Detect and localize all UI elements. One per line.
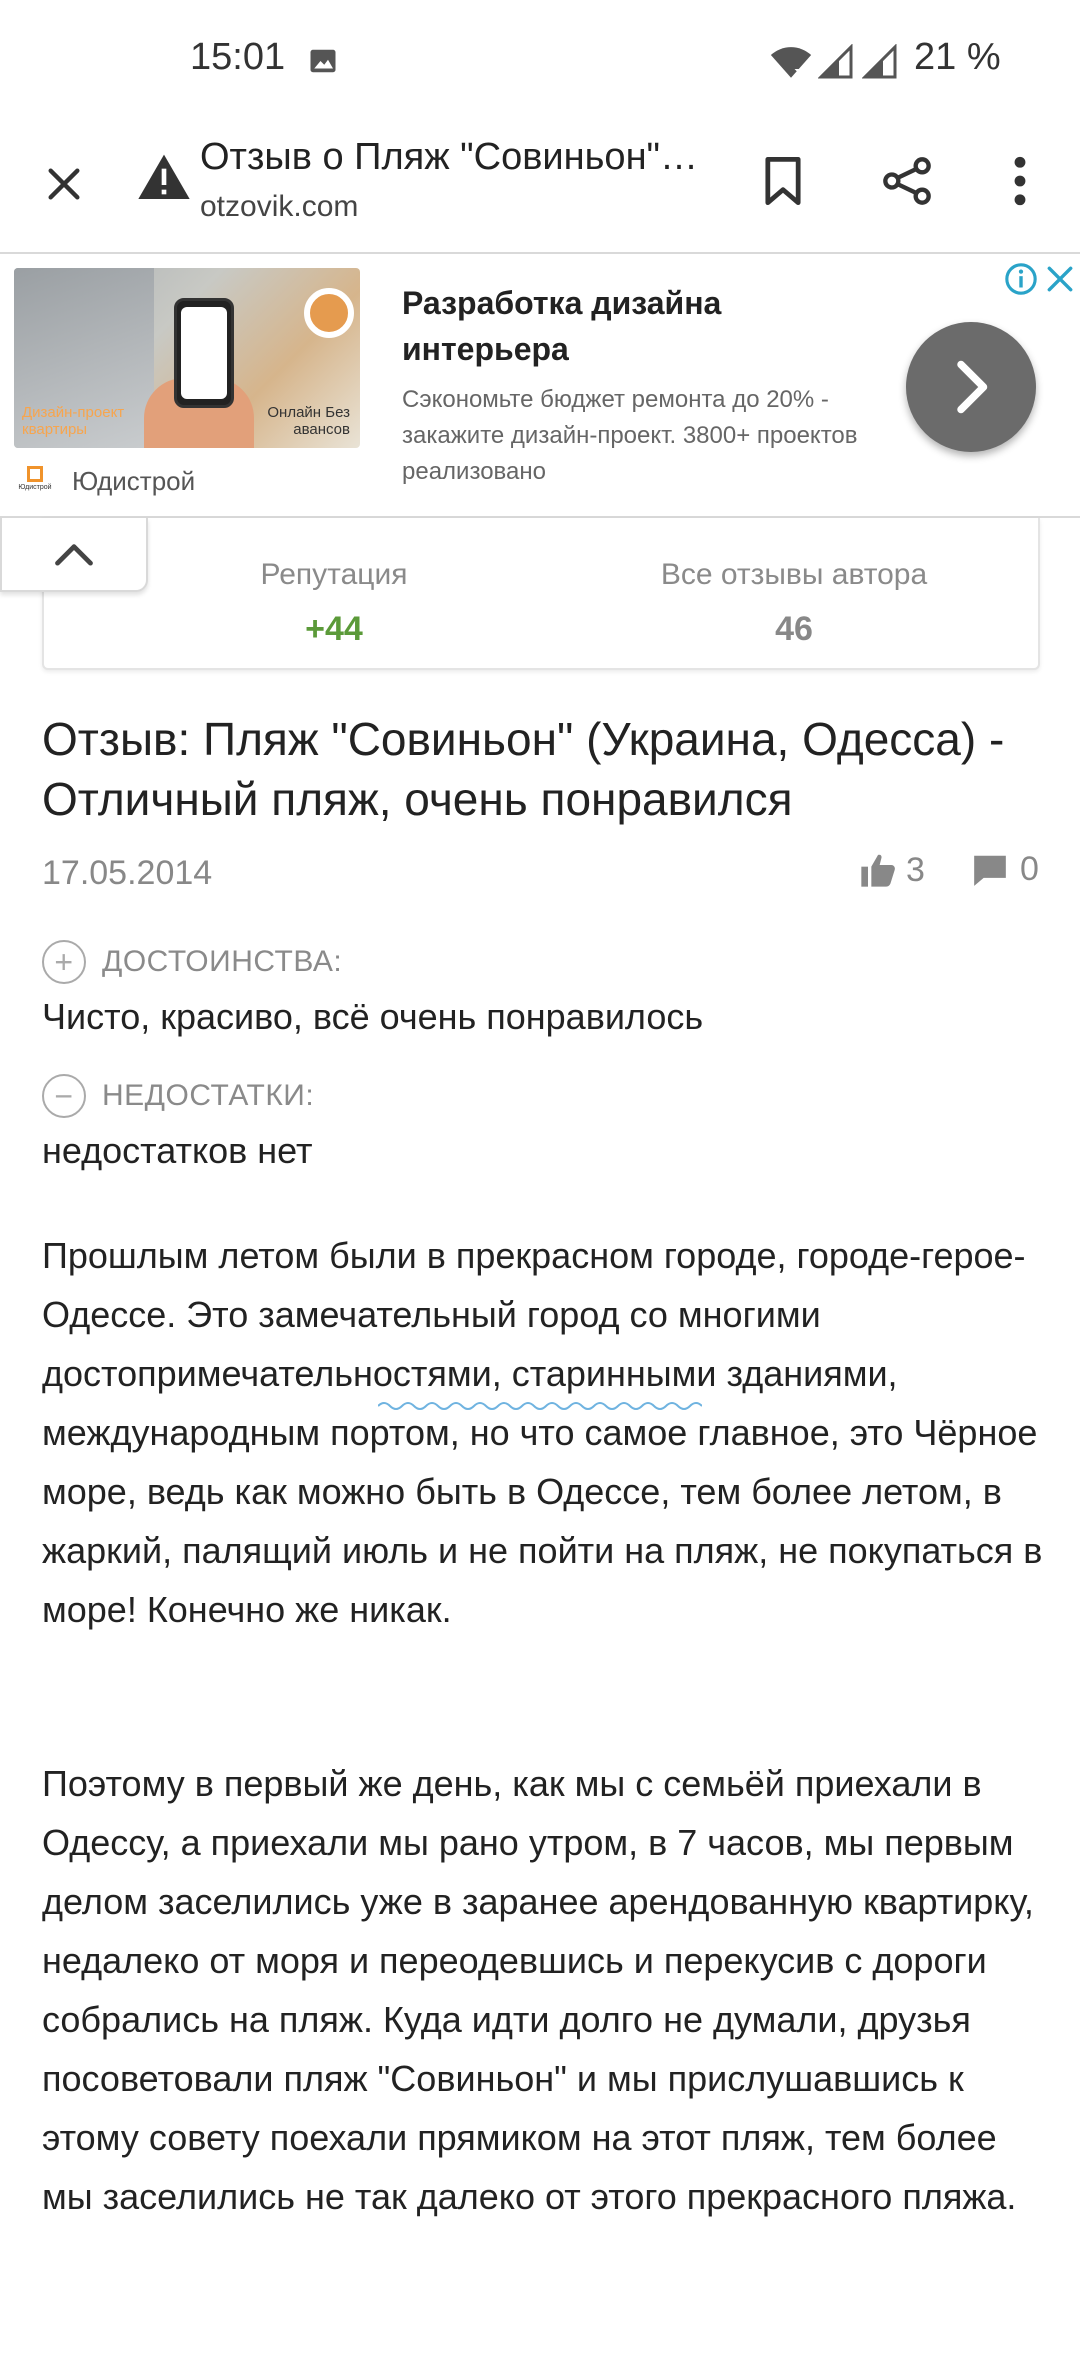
status-bar: 15:01 21 %: [0, 0, 1080, 120]
more-vertical-icon: [1014, 156, 1026, 206]
comments-count: 0: [1020, 850, 1039, 888]
author-reviews-value: 46: [775, 610, 813, 648]
reputation-value: +44: [305, 610, 363, 648]
warning-icon[interactable]: [136, 150, 192, 206]
likes-button[interactable]: 3: [858, 850, 925, 890]
image-notification-icon: [310, 49, 336, 73]
more-options-button[interactable]: [990, 148, 1050, 214]
review-date: 17.05.2014: [42, 854, 213, 892]
ad-banner[interactable]: Дизайн-проект квартиры Онлайн Без авансо…: [0, 252, 1080, 518]
collapse-ad-button[interactable]: [0, 518, 148, 592]
review-paragraph-1: Прошлым летом были в прекрасном городе, …: [42, 1235, 1043, 1630]
thumbs-up-icon: [861, 854, 895, 887]
author-reviews-stat[interactable]: Все отзывы автора 46: [614, 558, 974, 649]
bookmark-icon: [765, 156, 801, 206]
wifi-icon: [770, 47, 812, 80]
bookmark-button[interactable]: [750, 148, 816, 214]
chevron-right-icon: [957, 360, 988, 414]
reputation-label: Репутация: [260, 558, 408, 591]
cons-header: − НЕДОСТАТКИ:: [42, 1074, 314, 1118]
signal-icon-2: [862, 44, 897, 79]
minus-circle-icon: −: [42, 1074, 86, 1118]
ad-image-text-right: Онлайн Без авансов: [267, 404, 350, 439]
plus-circle-icon: +: [42, 940, 86, 984]
signal-icon: [818, 44, 853, 79]
share-icon: [883, 157, 931, 205]
ad-image-cup: [304, 288, 354, 338]
page-title[interactable]: Отзыв о Пляж "Совиньон" (Украина, Одесса…: [200, 136, 700, 179]
comments-button[interactable]: 0: [970, 850, 1039, 889]
review-title: Отзыв: Пляж "Совиньон" (Украина, Одесса)…: [42, 713, 1005, 825]
close-button[interactable]: [30, 150, 98, 218]
share-button[interactable]: [874, 148, 940, 214]
ad-brand-logo-label: Юдистрой: [18, 484, 52, 491]
pros-text: Чисто, красиво, всё очень понравилось: [42, 996, 704, 1037]
browser-toolbar: Отзыв о Пляж "Совиньон" (Украина, Одесса…: [0, 120, 1080, 252]
pros-header: + ДОСТОИНСТВА:: [42, 940, 342, 984]
reputation-stat[interactable]: Репутация +44: [184, 558, 484, 649]
ad-image[interactable]: Дизайн-проект квартиры Онлайн Без авансо…: [14, 268, 360, 448]
ad-brand-logo: Юдистрой: [14, 466, 56, 502]
cons-label: НЕДОСТАТКИ:: [102, 1079, 315, 1112]
cons-text: недостатков нет: [42, 1130, 313, 1171]
pros-label: ДОСТОИНСТВА:: [102, 945, 343, 978]
ad-close-icon[interactable]: [1044, 262, 1076, 296]
chevron-up-icon: [55, 544, 93, 566]
ad-open-button[interactable]: [906, 322, 1036, 452]
spellcheck-underline: [378, 1402, 702, 1410]
ad-image-phone: [174, 298, 234, 408]
ad-brand-name[interactable]: Юдистрой: [72, 466, 195, 497]
status-time: 15:01: [190, 36, 286, 78]
likes-count: 3: [906, 850, 925, 889]
author-stats-card: Репутация +44 Все отзывы автора 46: [42, 518, 1040, 670]
close-icon: [48, 168, 80, 200]
battery-level: 21 %: [914, 36, 1001, 78]
ad-description[interactable]: Сэкономьте бюджет ремонта до 20% - закаж…: [402, 382, 872, 490]
review-paragraph-2: Поэтому в первый же день, как мы с семьё…: [42, 1763, 1034, 2217]
author-reviews-label: Все отзывы автора: [660, 558, 928, 591]
ad-image-text-left: Дизайн-проект квартиры: [22, 404, 125, 439]
ad-headline[interactable]: Разработка дизайна интерьера: [402, 280, 782, 373]
comment-icon: [974, 855, 1006, 886]
ad-info-icon[interactable]: [1004, 262, 1038, 296]
page-url[interactable]: otzovik.com: [200, 190, 358, 224]
